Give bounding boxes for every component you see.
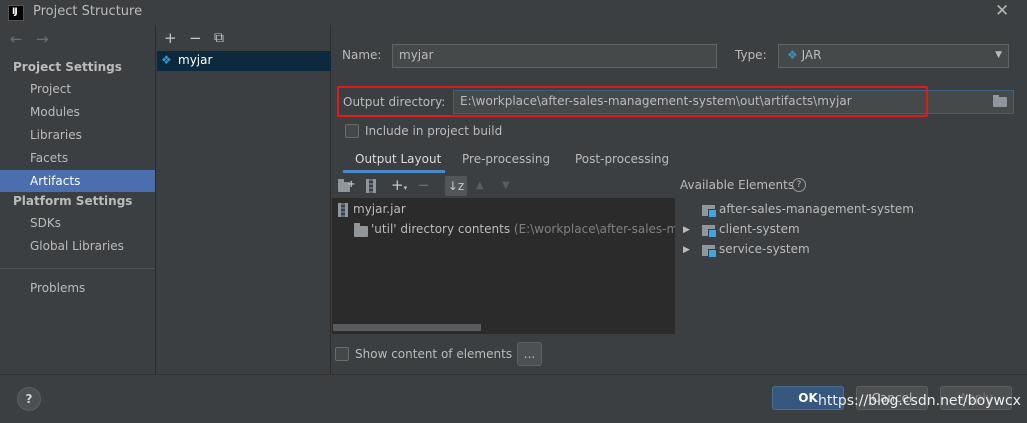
tab-post-processing[interactable]: Post-processing bbox=[575, 152, 669, 166]
include-in-build-checkbox[interactable] bbox=[345, 124, 359, 138]
sort-icon[interactable]: ↓z bbox=[445, 176, 467, 196]
horizontal-scrollbar[interactable] bbox=[333, 324, 481, 331]
nav-item-facets[interactable]: Facets bbox=[0, 147, 155, 169]
project-settings-header: Project Settings bbox=[13, 60, 122, 74]
show-content-checkbox[interactable] bbox=[335, 347, 349, 361]
output-layout-tree bbox=[332, 174, 675, 334]
add-icon[interactable]: + bbox=[164, 30, 177, 46]
available-item-service-system[interactable]: service-system bbox=[719, 242, 810, 256]
jar-artifact-icon: ❖ bbox=[161, 53, 172, 67]
util-contents-label: 'util' directory contents bbox=[371, 222, 511, 236]
type-select[interactable]: ❖ JAR ▼ bbox=[778, 44, 1009, 68]
artifacts-list-panel bbox=[157, 25, 331, 375]
remove-element-icon[interactable]: − bbox=[417, 177, 430, 193]
highlight-box bbox=[337, 86, 928, 117]
util-contents-path: (E:\workplace\after-sales-manag bbox=[513, 222, 675, 236]
forward-arrow-icon[interactable]: → bbox=[36, 30, 49, 48]
back-arrow-icon[interactable]: ← bbox=[10, 30, 23, 48]
include-in-build-label: Include in project build bbox=[365, 124, 503, 138]
move-down-icon[interactable]: ▼ bbox=[502, 178, 510, 194]
add-element-icon[interactable]: +▾ bbox=[391, 177, 407, 196]
jar-file-icon bbox=[338, 203, 348, 217]
name-label: Name: bbox=[342, 48, 382, 62]
remove-icon[interactable]: − bbox=[189, 30, 202, 46]
module-icon bbox=[702, 225, 717, 238]
type-label: Type: bbox=[735, 48, 767, 62]
expand-arrow-icon[interactable]: ▶ bbox=[683, 245, 690, 255]
artifact-name: myjar bbox=[178, 53, 213, 67]
type-select-value: JAR bbox=[801, 48, 822, 62]
folder-icon bbox=[354, 223, 368, 237]
nav-item-sdks[interactable]: SDKs bbox=[0, 212, 155, 234]
show-content-label: Show content of elements bbox=[355, 347, 513, 361]
window-title: Project Structure bbox=[33, 4, 143, 19]
nav-item-artifacts[interactable]: Artifacts bbox=[0, 170, 155, 192]
active-tab-indicator bbox=[343, 170, 445, 173]
archive-icon[interactable] bbox=[366, 179, 376, 193]
copy-icon[interactable]: ⧉ bbox=[214, 30, 224, 46]
name-input[interactable]: myjar bbox=[392, 44, 717, 68]
tree-item-jar[interactable]: myjar.jar bbox=[353, 202, 406, 216]
move-up-icon[interactable]: ▲ bbox=[476, 178, 484, 194]
module-icon bbox=[702, 245, 717, 258]
available-elements-title: Available Elements bbox=[680, 178, 795, 192]
module-icon bbox=[702, 205, 717, 218]
folder-open-icon[interactable] bbox=[992, 94, 1008, 107]
new-directory-icon[interactable]: + bbox=[338, 179, 355, 192]
tab-output-layout[interactable]: Output Layout bbox=[355, 152, 441, 166]
tab-pre-processing[interactable]: Pre-processing bbox=[462, 152, 550, 166]
more-options-button[interactable]: ... bbox=[517, 342, 542, 366]
platform-settings-header: Platform Settings bbox=[13, 194, 133, 208]
nav-item-global-libraries[interactable]: Global Libraries bbox=[0, 235, 155, 257]
help-circle-icon[interactable]: ? bbox=[792, 178, 806, 192]
title-bar bbox=[0, 0, 1027, 25]
nav-item-project[interactable]: Project bbox=[0, 78, 155, 100]
artifact-list-item[interactable]: ❖ myjar bbox=[157, 51, 331, 71]
nav-divider bbox=[0, 268, 155, 269]
expand-arrow-icon[interactable]: ▶ bbox=[683, 225, 690, 235]
intellij-icon: IJ bbox=[8, 5, 24, 21]
watermark-text: https://blog.csdn.net/boywcx bbox=[818, 393, 1021, 409]
diamond-icon: ❖ bbox=[787, 48, 798, 62]
close-icon[interactable]: ✕ bbox=[995, 1, 1009, 21]
nav-item-modules[interactable]: Modules bbox=[0, 101, 155, 123]
nav-item-problems[interactable]: Problems bbox=[0, 277, 155, 299]
available-item-after-sales[interactable]: after-sales-management-system bbox=[719, 202, 914, 216]
help-button[interactable]: ? bbox=[17, 387, 41, 411]
chevron-down-icon: ▼ bbox=[995, 50, 1002, 60]
tree-item-util-contents[interactable]: 'util' directory contents (E:\workplace\… bbox=[371, 222, 675, 236]
available-item-client-system[interactable]: client-system bbox=[719, 222, 800, 236]
nav-item-libraries[interactable]: Libraries bbox=[0, 124, 155, 146]
